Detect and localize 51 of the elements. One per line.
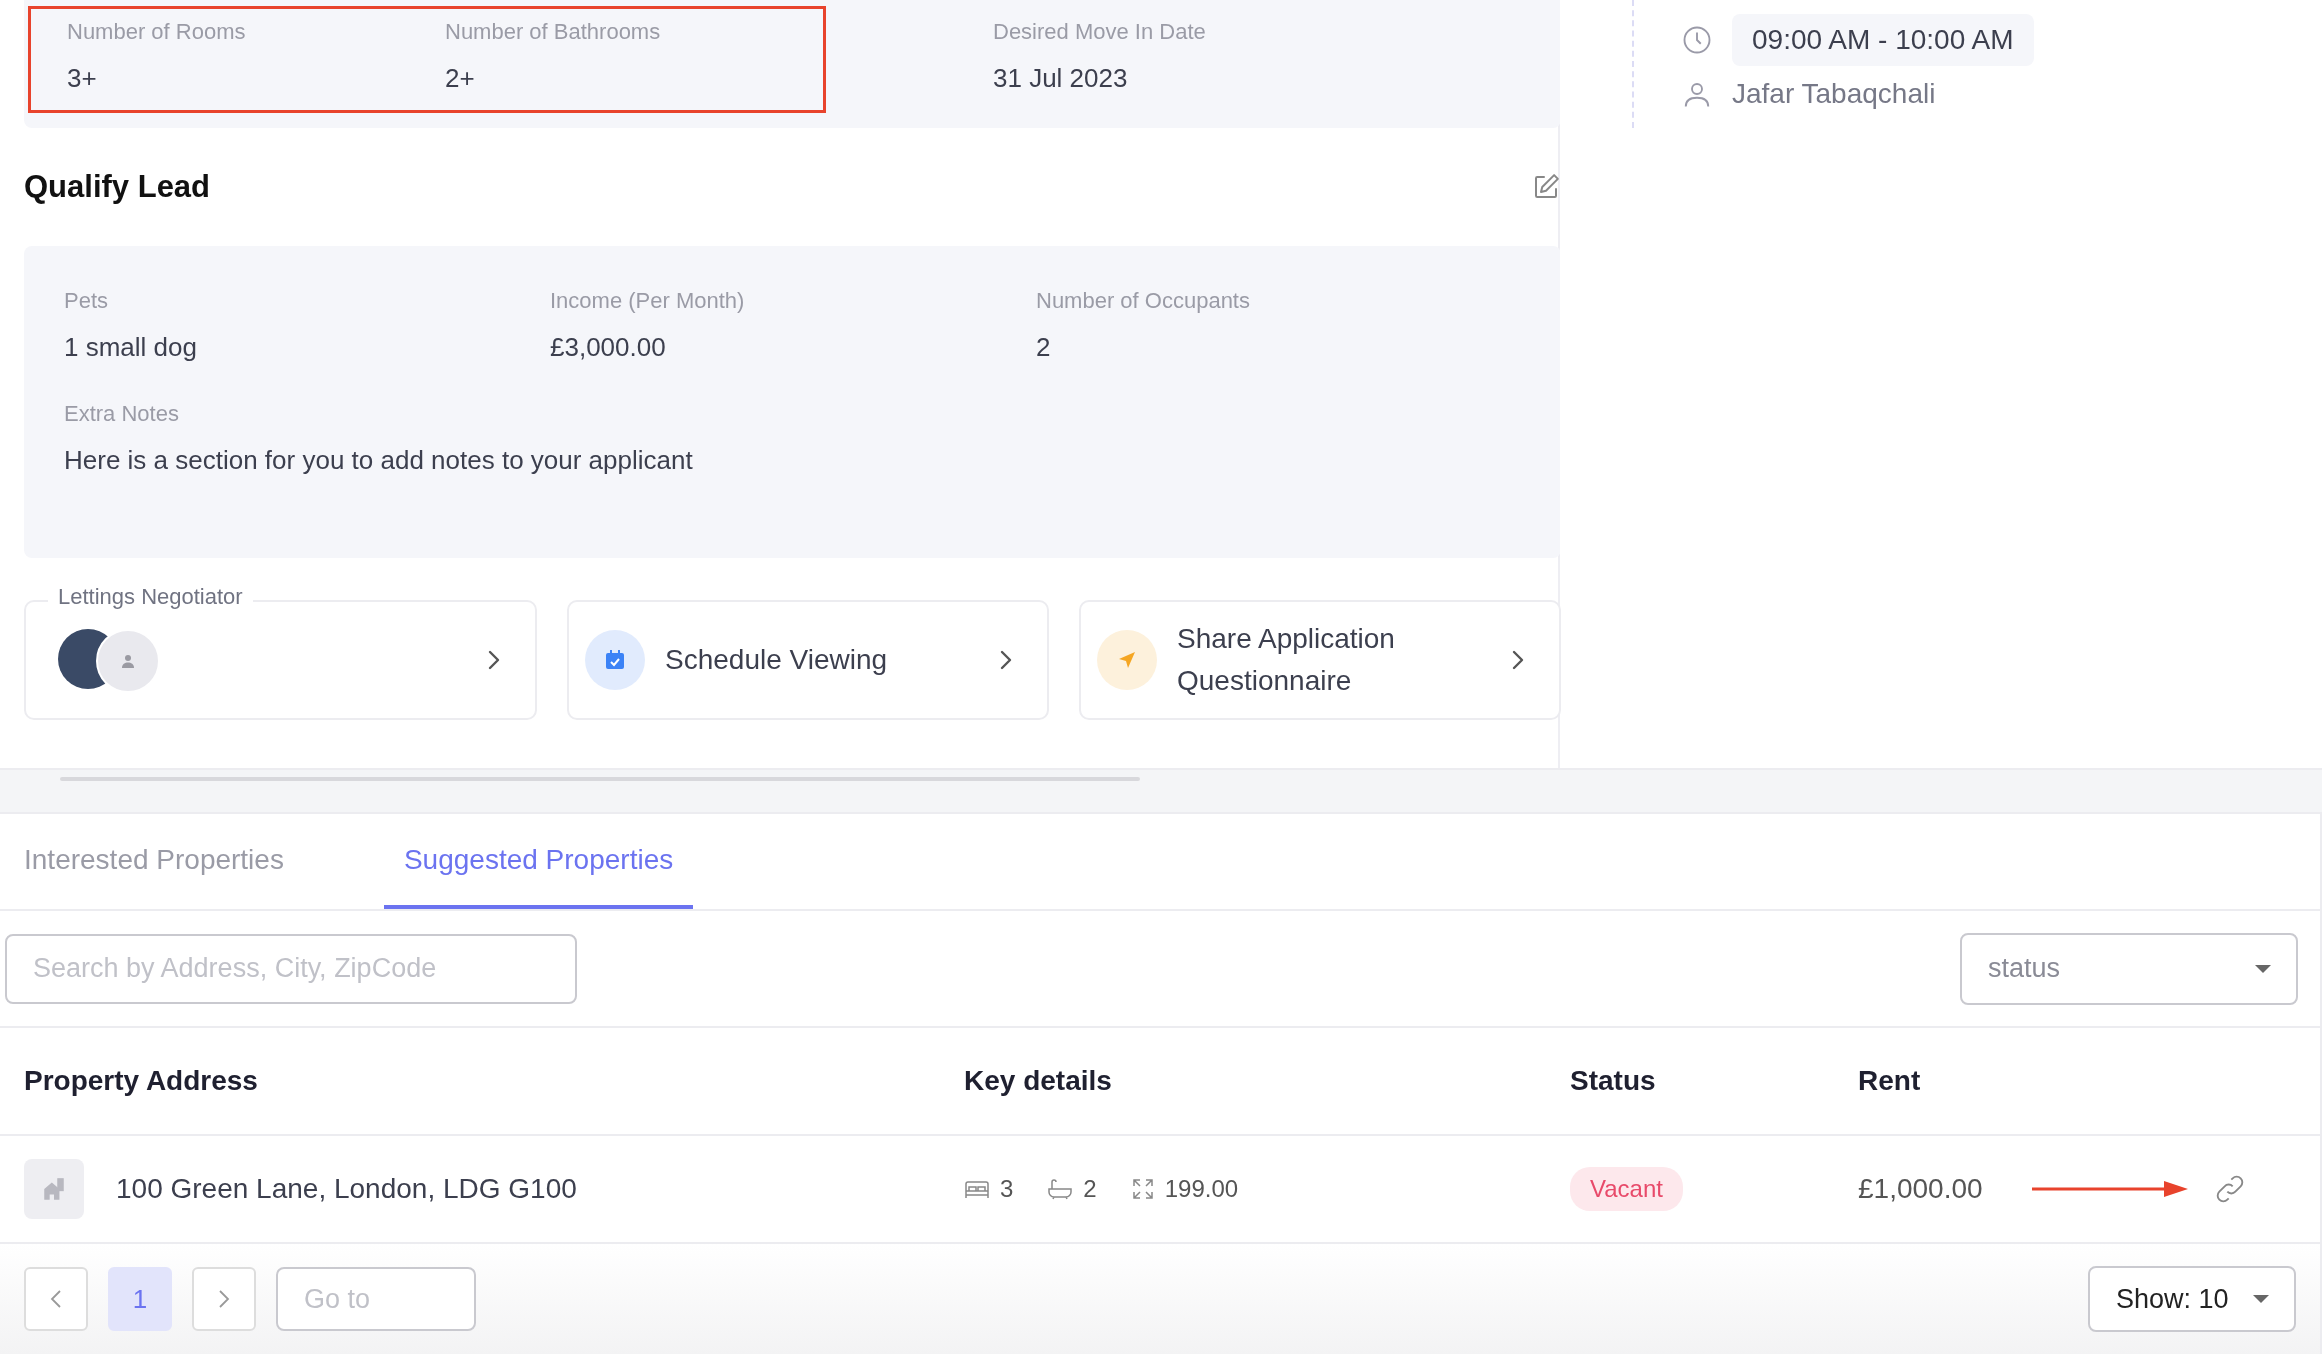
column-header: Status: [1570, 1065, 1657, 1097]
page-size-dropdown[interactable]: Show: 10: [2088, 1266, 2296, 1332]
caret-down-icon: [2254, 963, 2272, 974]
field-value: 1 small dog: [64, 332, 198, 363]
column-header: Key details: [964, 1065, 1113, 1097]
status-dropdown[interactable]: status: [1960, 932, 2298, 1005]
field-label: Number of Bathrooms: [445, 19, 662, 45]
field-value: 3+: [67, 63, 98, 94]
field-value: 2+: [445, 63, 476, 94]
chevron-right-icon: [217, 1289, 231, 1309]
clock-icon: [1682, 25, 1712, 55]
field-label: Pets: [64, 288, 110, 314]
action-label: Schedule Viewing: [665, 644, 888, 676]
field-label: Desired Move In Date: [993, 19, 1206, 45]
section-title: Qualify Lead: [24, 169, 211, 205]
time-range: 09:00 AM - 10:00 AM: [1732, 14, 2034, 66]
field-label: Extra Notes: [64, 401, 180, 427]
bedroom-count: 3: [1000, 1175, 1014, 1203]
caret-down-icon: [2252, 1294, 2270, 1304]
action-card[interactable]: Share Application Questionnaire: [1079, 600, 1561, 720]
column-header: Property Address: [24, 1065, 259, 1097]
page-button[interactable]: 1: [108, 1267, 172, 1331]
bathtub-icon: [1047, 1178, 1074, 1200]
go-to-page-field[interactable]: Go to: [276, 1267, 476, 1331]
notes-text: Here is a section for you to add notes to your applicant: [64, 445, 694, 476]
action-card[interactable]: Schedule Viewing: [567, 600, 1049, 720]
expand-icon: [1130, 1177, 1155, 1201]
search-field[interactable]: Search by Address, City, ZipCode: [5, 933, 577, 1004]
tab[interactable]: Interested Properties: [24, 814, 304, 909]
floor-area: 199.00: [1164, 1175, 1239, 1203]
field-label: Income (Per Month): [550, 288, 746, 314]
calendar-icon: [603, 648, 627, 672]
column-header: Rent: [1858, 1065, 1922, 1097]
person-icon: [120, 653, 136, 669]
building-icon: [41, 1176, 67, 1202]
chevron-left-icon: [49, 1289, 63, 1309]
field-label: Number of Occupants: [1036, 288, 1251, 314]
field-value: 2: [1036, 332, 1052, 363]
action-label: Share Application Questionnaire: [1177, 622, 1396, 698]
field-value: 31 Jul 2023: [993, 63, 1129, 94]
link-icon: [2214, 1173, 2246, 1205]
property-address: 100 Green Lane, London, LDG G100: [116, 1173, 577, 1205]
person-name: Jafar Tabaqchali: [1732, 78, 1936, 110]
bathroom-count: 2: [1083, 1175, 1097, 1203]
rent-amount: £1,000.00: [1858, 1173, 1984, 1205]
field-label: Number of Rooms: [67, 19, 247, 45]
bed-icon: [964, 1178, 990, 1200]
tab[interactable]: Suggested Properties: [383, 814, 694, 909]
field-value: £3,000.00: [550, 332, 667, 363]
status-badge: Vacant: [1570, 1167, 1683, 1211]
link-button[interactable]: [2214, 1173, 2246, 1205]
